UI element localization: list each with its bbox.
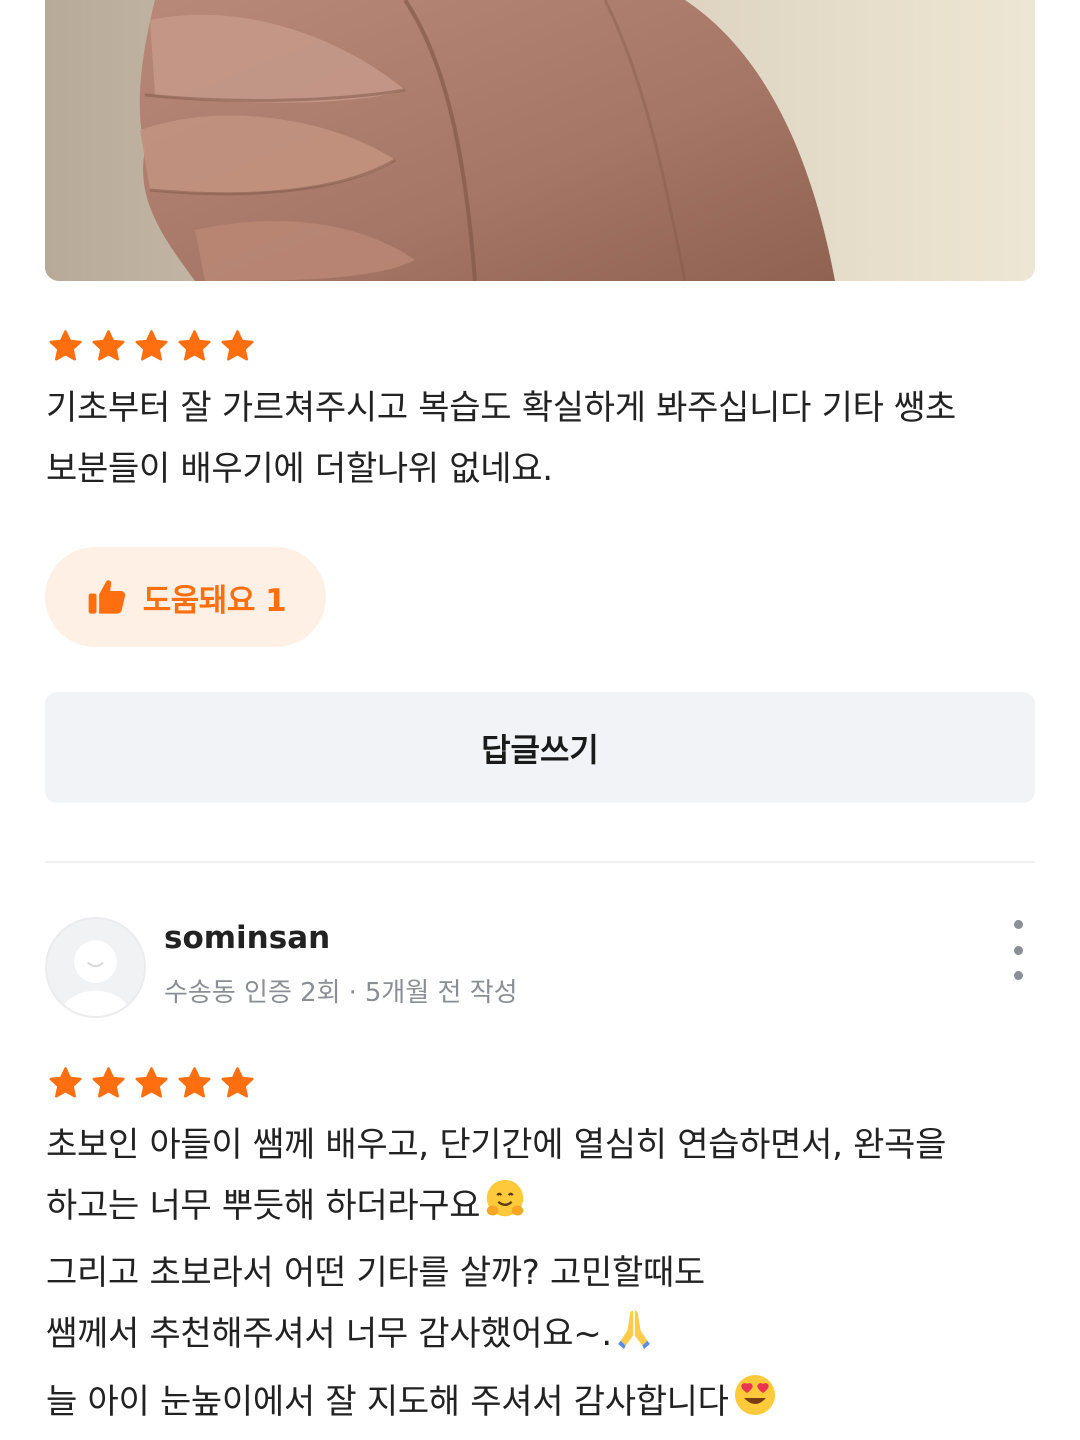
review-time: 5개월 전 작성 [364,978,518,1008]
heart-eyes-emoji-icon [731,1371,779,1439]
write-reply-button[interactable]: 답글쓰기 [45,692,1035,803]
review-text-segment: 그리고 초보라서 어떤 기타를 살까? 고민할때도 [46,1253,705,1293]
review-text-line: 초보인 아들이 쌤께 배우고, 단기간에 열심히 연습하면서, 완곡을 [46,1115,1036,1176]
star-icon [135,330,168,361]
more-dot [1013,971,1023,980]
divider [45,861,1035,863]
folded-hands-emoji-icon [614,1307,654,1371]
star-icon [178,1067,211,1098]
helpful-button[interactable]: 도움돼요 1 [45,547,326,647]
hugging-face-emoji-icon [482,1177,528,1243]
star-icon [221,1067,254,1098]
more-vertical-icon[interactable] [1000,920,1036,980]
review-text-line: 하고는 너무 뿌듯해 하더라구요 [46,1176,1036,1243]
author-name[interactable]: sominsan [164,920,330,956]
avatar[interactable] [45,917,146,1018]
star-icon [92,1067,125,1098]
star-icon [221,330,254,361]
review-page: 기초부터 잘 가르쳐주시고 복습도 확실하게 봐주십니다 기타 쌩초 보분들이 … [0,0,1080,1440]
thumbs-up-photo-image [45,0,1035,281]
review-text-line: 그리고 초보라서 어떤 기타를 살까? 고민할때도 [46,1243,1036,1304]
more-dot [1013,945,1023,955]
review-text-line: 보분들이 배우기에 더할나위 없네요. [46,449,553,489]
review-text-segment: 늘 아이 눈높이에서 잘 지도해 주셔서 감사합니다 [46,1382,729,1422]
star-icon [49,1067,82,1098]
author-meta: 수송동 인증 2회 · 5개월 전 작성 [164,972,518,1009]
review-text-segment: 하고는 너무 뿌듯해 하더라구요 [46,1186,481,1226]
review-text: 기초부터 잘 가르쳐주시고 복습도 확실하게 봐주십니다 기타 쌩초 보분들이 … [46,378,1036,500]
more-dot [1013,920,1023,929]
helpful-label: 도움돼요 1 [142,582,287,619]
review-text-line: 기초부터 잘 가르쳐주시고 복습도 확실하게 봐주십니다 기타 쌩초 [46,388,957,428]
default-avatar-icon [60,940,131,1016]
star-icon [178,330,211,361]
star-icon [135,1067,168,1098]
thumbs-up-icon [85,576,129,618]
location-badge: 수송동 인증 2회 [164,978,341,1008]
rating-stars [46,1065,257,1102]
review-text-line: 쌤께서 추천해주셔서 너무 감사했어요~. [46,1304,1036,1371]
review-text-segment: 초보인 아들이 쌤께 배우고, 단기간에 열심히 연습하면서, 완곡을 [46,1125,947,1165]
review-text-segment: 쌤께서 추천해주셔서 너무 감사했어요~. [46,1314,612,1354]
rating-stars [46,328,257,365]
review-photo[interactable] [45,0,1035,281]
star-icon [49,330,82,361]
star-icon [92,330,125,361]
review-text: 초보인 아들이 쌤께 배우고, 단기간에 열심히 연습하면서, 완곡을 하고는 … [46,1115,1036,1439]
review-text-line: 늘 아이 눈높이에서 잘 지도해 주셔서 감사합니다 [46,1371,1036,1439]
meta-separator: · [348,978,357,1008]
